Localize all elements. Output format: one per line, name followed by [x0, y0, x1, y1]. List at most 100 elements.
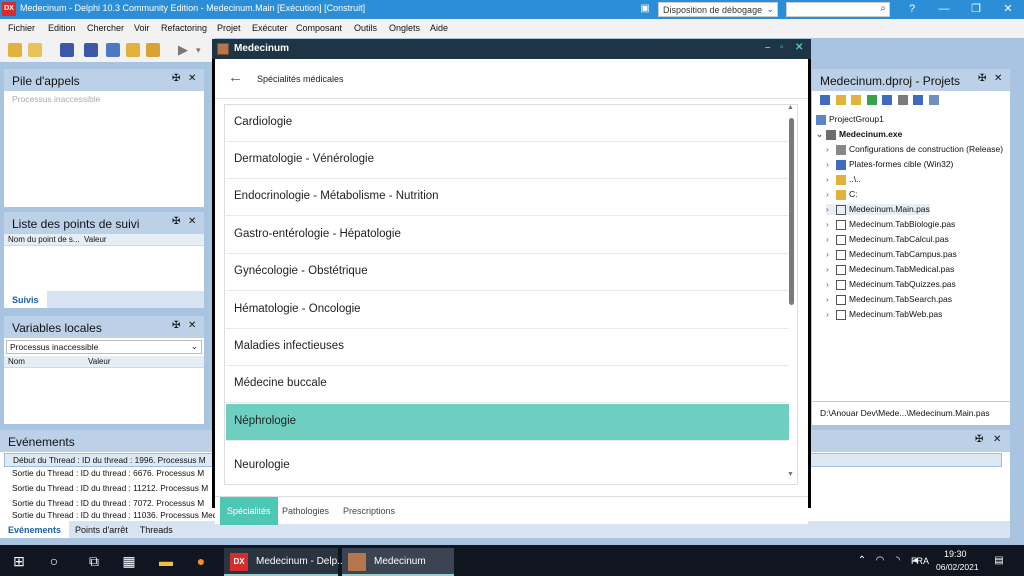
view-icon[interactable]: [928, 94, 939, 105]
save-all-icon[interactable]: [84, 43, 98, 57]
scroll-down-icon[interactable]: ▼: [787, 471, 794, 478]
tree-item[interactable]: › Medecinum.TabWeb.pas: [826, 309, 942, 320]
menu-outils[interactable]: Outils: [354, 23, 377, 33]
save-layout-icon[interactable]: ▣: [638, 2, 652, 16]
close-panel-icon[interactable]: ✕: [188, 320, 196, 331]
list-item[interactable]: Endocrinologie - Métabolisme - Nutrition: [226, 179, 789, 216]
run-icon[interactable]: ▶: [178, 43, 192, 57]
menu-projet[interactable]: Projet: [217, 23, 241, 33]
tab-specialites[interactable]: Spécialités: [220, 497, 278, 525]
clock-date[interactable]: 06/02/2021: [936, 562, 979, 572]
tree-item[interactable]: › Medecinum.TabQuizzes.pas: [826, 279, 956, 290]
list-item[interactable]: Dermatologie - Vénérologie: [226, 142, 789, 179]
close-panel-icon[interactable]: ✕: [994, 73, 1002, 84]
event-line[interactable]: Sortie du Thread : ID du thread : 11212.…: [12, 483, 208, 493]
notifications-icon[interactable]: ▤: [990, 552, 1008, 570]
tree-exe[interactable]: ⌄ Medecinum.exe: [816, 129, 902, 140]
process-select[interactable]: Processus inaccessible ⌄: [6, 340, 202, 354]
add-file-icon[interactable]: [146, 43, 160, 57]
scroll-up-icon[interactable]: ▲: [787, 105, 794, 111]
sort-icon[interactable]: [913, 94, 924, 105]
pin-icon[interactable]: ✠: [172, 73, 180, 84]
col-value[interactable]: Valeur: [84, 235, 107, 244]
folder-icon[interactable]: [126, 43, 140, 57]
col-name[interactable]: Nom du point de s...: [8, 235, 80, 244]
list-item[interactable]: Gynécologie - Obstétrique: [226, 254, 789, 291]
close-panel-icon[interactable]: ✕: [188, 216, 196, 227]
pin-icon[interactable]: ✠: [172, 216, 180, 227]
tab-threads[interactable]: Threads: [134, 521, 179, 539]
col-name[interactable]: Nom: [8, 357, 88, 366]
pin-icon[interactable]: ✠: [172, 320, 180, 331]
pin-icon[interactable]: ✠: [975, 434, 983, 445]
minimize-icon[interactable]: —: [928, 0, 960, 19]
menu-executer[interactable]: Exécuter: [252, 23, 288, 33]
scrollbar-thumb[interactable]: [789, 118, 794, 305]
ide-search-input[interactable]: ⌕: [786, 2, 890, 17]
back-arrow-icon[interactable]: ←: [228, 69, 243, 86]
task-view-icon[interactable]: ⧉: [85, 552, 103, 570]
options-icon[interactable]: [897, 94, 908, 105]
build-icon[interactable]: [882, 94, 893, 105]
list-item[interactable]: Hématologie - Oncologie: [226, 292, 789, 329]
taskbar-app-delphi[interactable]: DX Medecinum - Delp...: [224, 548, 345, 576]
col-value[interactable]: Valeur: [88, 357, 111, 366]
tab-breakpoints[interactable]: Points d'arrêt: [69, 521, 134, 539]
network-icon[interactable]: ◠: [871, 552, 889, 570]
restore-icon[interactable]: ❐: [960, 0, 992, 19]
menu-edition[interactable]: Edition: [48, 23, 76, 33]
tab-prescriptions[interactable]: Prescriptions: [336, 497, 402, 525]
tree-item[interactable]: › Medecinum.TabCalcul.pas: [826, 234, 949, 245]
add-icon[interactable]: [835, 94, 846, 105]
menu-fichier[interactable]: Fichier: [8, 23, 35, 33]
event-line[interactable]: Sortie du Thread : ID du thread : 6676. …: [12, 468, 204, 478]
language-indicator[interactable]: FRA: [911, 556, 929, 566]
tab-suivis[interactable]: Suivis: [4, 291, 47, 308]
tree-item[interactable]: › Medecinum.TabCampus.pas: [826, 249, 957, 260]
close-icon[interactable]: ✕: [992, 0, 1024, 19]
windows-start-icon[interactable]: ⊞: [10, 552, 28, 570]
clock-time[interactable]: 19:30: [944, 549, 967, 559]
tree-item[interactable]: › Medecinum.TabMedical.pas: [826, 264, 954, 275]
layout-select[interactable]: Disposition de débogage ⌄: [658, 2, 778, 17]
run-dropdown-icon[interactable]: ▾: [196, 43, 210, 57]
folder-icon[interactable]: [851, 94, 862, 105]
menu-composant[interactable]: Composant: [296, 23, 342, 33]
tab-pathologies[interactable]: Pathologies: [275, 497, 336, 525]
menu-onglets[interactable]: Onglets: [389, 23, 420, 33]
refresh-icon[interactable]: [866, 94, 877, 105]
maximize-icon[interactable]: ▫: [780, 42, 784, 53]
wifi-icon[interactable]: ◝: [889, 552, 907, 570]
help-button[interactable]: ?: [896, 0, 928, 19]
menu-voir[interactable]: Voir: [134, 23, 150, 33]
open-icon[interactable]: [28, 43, 42, 57]
chevron-up-icon[interactable]: ⌃: [853, 552, 871, 570]
pin-icon[interactable]: ✠: [978, 73, 986, 84]
list-item[interactable]: Maladies infectieuses: [226, 329, 789, 366]
tree-item[interactable]: › Plates-formes cible (Win32): [826, 159, 953, 170]
list-item-selected[interactable]: Néphrologie: [226, 404, 789, 441]
tree-item[interactable]: › ..\..: [826, 174, 861, 185]
menu-refactoring[interactable]: Refactoring: [161, 23, 207, 33]
list-item[interactable]: Neurologie: [226, 448, 789, 484]
tree-item[interactable]: › C:: [826, 189, 858, 200]
new-icon[interactable]: [8, 43, 22, 57]
event-line[interactable]: Sortie du Thread : ID du thread : 7072. …: [12, 498, 204, 508]
open-project-icon[interactable]: [106, 43, 120, 57]
firefox-icon[interactable]: ●: [192, 552, 210, 570]
taskbar-app-medecinum[interactable]: Medecinum: [342, 548, 454, 576]
list-item[interactable]: Gastro-entérologie - Hépatologie: [226, 217, 789, 254]
file-explorer-icon[interactable]: ▬: [157, 552, 175, 570]
tree-item[interactable]: › Configurations de construction (Release…: [826, 144, 1003, 155]
tree-item[interactable]: › Medecinum.TabBiologie.pas: [826, 219, 955, 230]
tab-evenements[interactable]: Evénements: [0, 521, 70, 538]
tree-project-group[interactable]: ProjectGroup1: [816, 114, 884, 125]
search-icon[interactable]: ○: [45, 552, 63, 570]
menu-aide[interactable]: Aide: [430, 23, 448, 33]
activate-icon[interactable]: [820, 94, 830, 105]
menu-chercher[interactable]: Chercher: [87, 23, 124, 33]
tree-item[interactable]: › Medecinum.Main.pas: [826, 204, 930, 215]
scrollbar[interactable]: ▲ ▼: [786, 105, 796, 482]
list-item[interactable]: Médecine buccale: [226, 366, 789, 403]
close-panel-icon[interactable]: ✕: [993, 434, 1001, 445]
